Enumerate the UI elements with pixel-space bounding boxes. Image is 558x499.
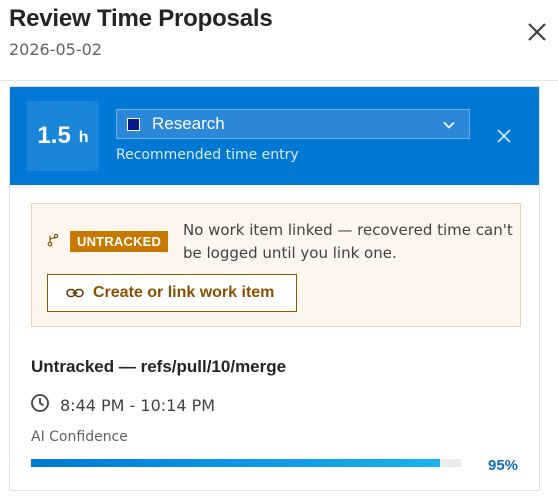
category-color-swatch: [127, 117, 140, 131]
hours-unit: h: [78, 129, 89, 146]
create-or-link-button[interactable]: Create or link work item: [47, 274, 297, 312]
untracked-warning: UNTRACKED No work item linked — recovere…: [31, 203, 521, 327]
status-badge: UNTRACKED: [70, 231, 169, 252]
category-label: Research: [152, 114, 225, 133]
time-range: 8:44 PM - 10:14 PM: [60, 396, 216, 415]
link-icon: [66, 288, 84, 298]
proposal-card: 1.5 h Research Recommended time entry UN…: [9, 86, 540, 491]
confidence-bar-fill: [31, 459, 440, 467]
proposal-banner: 1.5 h Research Recommended time entry: [10, 87, 539, 185]
hours-value: 1.5: [37, 122, 71, 149]
chevron-down-icon: [443, 121, 455, 129]
clock-icon: [31, 394, 49, 412]
dismiss-icon[interactable]: [495, 127, 513, 145]
header-divider: [0, 80, 558, 81]
recommended-label: Recommended time entry: [116, 147, 299, 163]
close-icon[interactable]: [523, 18, 551, 46]
confidence-label: AI Confidence: [31, 429, 128, 445]
page-date: 2026-05-02: [9, 40, 102, 59]
hours-display: 1.5 h: [27, 101, 99, 171]
confidence-bar: [31, 459, 461, 467]
page-title: Review Time Proposals: [9, 5, 273, 32]
confidence-percent: 95%: [488, 457, 519, 474]
branch-icon: [47, 233, 59, 247]
warning-message: No work item linked — recovered time can…: [183, 221, 513, 262]
panel-header: Review Time Proposals 2026-05-02: [0, 0, 558, 80]
category-dropdown[interactable]: Research: [116, 109, 470, 139]
work-item-title: Untracked — refs/pull/10/merge: [31, 357, 287, 376]
create-or-link-label: Create or link work item: [93, 284, 275, 301]
